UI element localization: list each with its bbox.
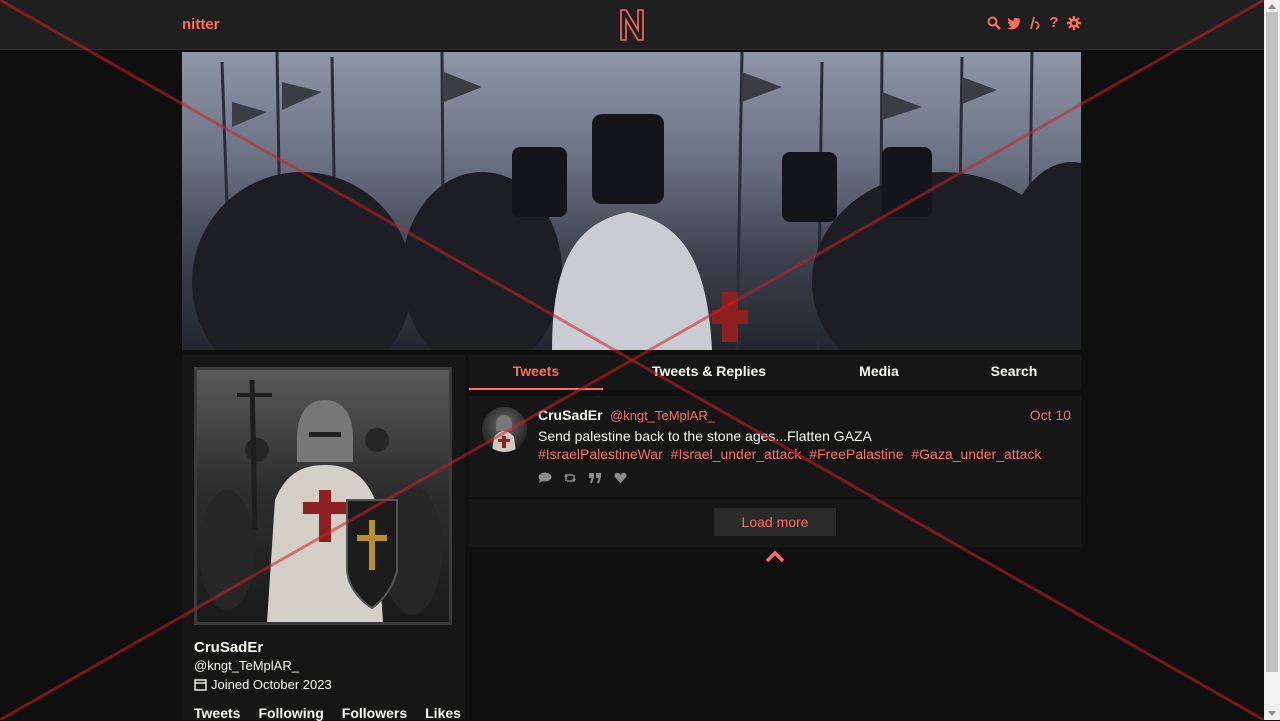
search-icon[interactable] [987,15,1001,31]
load-more-button[interactable]: Load more [714,508,836,536]
tweet-hashtags: #IsraelPalestineWar #Israel_under_attack… [538,446,1045,462]
like-icon[interactable] [613,472,627,484]
brand-link[interactable]: nitter [182,16,220,33]
tweet-fullname[interactable]: CruSadEr [538,407,603,423]
tab-media[interactable]: Media [829,355,929,390]
stat-followers[interactable]: Followers [342,705,407,721]
page-scrollbar[interactable] [1264,0,1280,720]
timeline-tabs: Tweets Tweets & Replies Media Search [469,355,1081,390]
avatar[interactable] [194,367,452,625]
scroll-thumb[interactable] [1266,12,1278,672]
tweet-text: Send palestine back to the stone ages...… [538,428,872,444]
calendar-icon [194,679,207,691]
tweet-date[interactable]: Oct 10 [1030,407,1071,423]
tab-search[interactable]: Search [969,355,1059,390]
scroll-down-arrow-icon[interactable] [1268,711,1276,716]
rss-icon[interactable] [1027,15,1041,31]
reply-icon[interactable] [538,472,552,484]
stat-likes[interactable]: Likes [425,705,461,721]
tab-tweets-replies[interactable]: Tweets & Replies [629,355,789,390]
settings-icon[interactable] [1067,15,1081,31]
nav-icons: ? [987,15,1081,31]
profile-fullname[interactable]: CruSadEr [194,639,263,656]
retweet-icon[interactable] [563,472,577,484]
nitter-logo[interactable] [618,8,646,42]
hashtag-link[interactable]: #Israel_under_attack [671,446,802,462]
hashtag-link[interactable]: #Gaza_under_attack [911,446,1041,462]
tweet-item[interactable]: CruSadEr @kngt_TeMplAR_ Oct 10 Send pale… [469,396,1081,497]
joined-date: Joined October 2023 [211,677,332,692]
hashtag-link[interactable]: #IsraelPalestineWar [538,446,663,462]
top-nav: nitter ? [0,0,1264,50]
tweet-actions [538,472,627,484]
stat-tweets[interactable]: Tweets [194,705,240,721]
profile-card: CruSadEr @kngt_TeMplAR_ Joined October 2… [182,355,465,721]
load-more-section: Load more [469,499,1081,547]
tweet-avatar[interactable] [482,407,527,452]
profile-banner[interactable] [182,52,1081,350]
tweet-username[interactable]: @kngt_TeMplAR_ [610,408,715,423]
chevron-up-icon[interactable] [765,549,785,563]
twitter-icon[interactable] [1007,15,1021,31]
profile-joined: Joined October 2023 [194,677,332,692]
tab-tweets[interactable]: Tweets [469,355,603,390]
stat-following[interactable]: Following [258,705,323,721]
hashtag-link[interactable]: #FreePalastine [809,446,903,462]
help-icon[interactable]: ? [1047,15,1061,31]
profile-username[interactable]: @kngt_TeMplAR_ [194,658,299,673]
scroll-up-arrow-icon[interactable] [1268,4,1276,9]
quote-icon[interactable] [588,472,602,484]
profile-stats: Tweets Following Followers Likes [194,705,461,721]
